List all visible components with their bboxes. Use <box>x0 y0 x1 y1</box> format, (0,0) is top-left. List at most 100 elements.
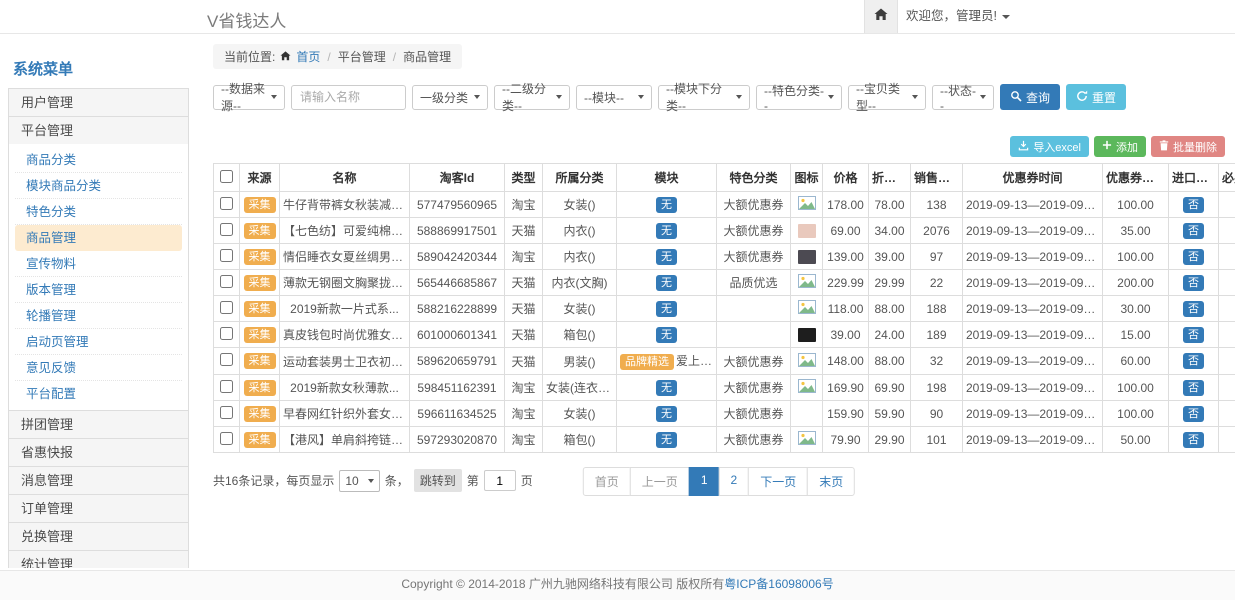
sidebar-section[interactable]: 统计管理 <box>8 550 189 568</box>
row-checkbox[interactable] <box>220 327 233 340</box>
sidebar-section[interactable]: 省惠快报 <box>8 438 189 467</box>
reset-button[interactable]: 重置 <box>1066 84 1126 110</box>
select-all-checkbox[interactable] <box>220 170 233 183</box>
pager: 首页上一页12下一页末页 <box>583 467 855 496</box>
add-button[interactable]: 添加 <box>1094 136 1146 157</box>
filter-select[interactable]: --数据来源-- <box>213 85 285 110</box>
module-badge[interactable]: 无 <box>656 275 677 291</box>
breadcrumb-home-link[interactable]: 首页 <box>296 48 320 65</box>
module-badge[interactable]: 无 <box>656 327 677 343</box>
page-button[interactable]: 首页 <box>583 467 631 496</box>
batch-delete-button[interactable]: 批量删除 <box>1151 136 1225 157</box>
discount-price: 39.00 <box>869 244 911 270</box>
sidebar-menu: 用户管理平台管理商品分类模块商品分类特色分类商品管理宣传物料版本管理轮播管理启动… <box>8 88 189 568</box>
per-page-select[interactable]: 10 <box>339 470 379 492</box>
filter-select[interactable]: --状态-- <box>932 85 994 110</box>
sidebar-item[interactable]: 特色分类 <box>15 199 182 225</box>
search-icon <box>1010 90 1022 105</box>
row-checkbox[interactable] <box>220 380 233 393</box>
sidebar-item[interactable]: 意见反馈 <box>15 355 182 381</box>
page-button[interactable]: 1 <box>689 467 720 496</box>
sidebar-item[interactable]: 平台配置 <box>15 381 182 407</box>
page-button[interactable]: 下一页 <box>748 467 808 496</box>
platform-type: 天猫 <box>505 270 543 296</box>
sidebar-item[interactable]: 启动页管理 <box>15 329 182 355</box>
filter-select[interactable]: --模块下分类-- <box>658 85 750 110</box>
coupon-time: 2019-09-13—2019-09-18 <box>963 218 1103 244</box>
row-checkbox[interactable] <box>220 301 233 314</box>
module-badge[interactable]: 无 <box>656 380 677 396</box>
imported-badge[interactable]: 否 <box>1183 197 1204 213</box>
module-badge[interactable]: 无 <box>656 249 677 265</box>
filter-select[interactable]: --宝贝类型-- <box>848 85 926 110</box>
home-button[interactable] <box>864 0 898 33</box>
row-checkbox[interactable] <box>220 432 233 445</box>
sidebar-section[interactable]: 平台管理 <box>8 116 189 145</box>
user-menu[interactable]: 欢迎您，管理员! <box>906 0 1010 33</box>
search-button[interactable]: 查询 <box>1000 84 1060 110</box>
coupon-time: 2019-09-13—2019-09-17 <box>963 192 1103 218</box>
imported-badge[interactable]: 否 <box>1183 327 1204 343</box>
home-icon <box>280 50 291 64</box>
filter-select[interactable]: 一级分类 <box>412 85 488 110</box>
icon-cell <box>791 244 823 270</box>
module-badge[interactable]: 无 <box>656 223 677 239</box>
imported-badge[interactable]: 否 <box>1183 353 1204 369</box>
imported-badge[interactable]: 否 <box>1183 223 1204 239</box>
row-checkbox[interactable] <box>220 223 233 236</box>
imported-badge[interactable]: 否 <box>1183 432 1204 448</box>
module-badge[interactable]: 无 <box>656 432 677 448</box>
name-search-input[interactable] <box>291 85 406 110</box>
sidebar-item[interactable]: 宣传物料 <box>15 251 182 277</box>
table-row: 采集【港风】单肩斜挎链条...597293020870淘宝箱包()无大额优惠券7… <box>214 427 1235 453</box>
sidebar-item[interactable]: 商品管理 <box>15 225 182 251</box>
row-checkbox[interactable] <box>220 197 233 210</box>
sidebar-section[interactable]: 用户管理 <box>8 88 189 117</box>
platform-type: 淘宝 <box>505 192 543 218</box>
sidebar-item[interactable]: 商品分类 <box>15 147 182 173</box>
imported-badge[interactable]: 否 <box>1183 301 1204 317</box>
page-button[interactable]: 末页 <box>807 467 855 496</box>
sidebar: 系统菜单 用户管理平台管理商品分类模块商品分类特色分类商品管理宣传物料版本管理轮… <box>8 46 189 568</box>
sidebar-section[interactable]: 订单管理 <box>8 494 189 523</box>
taoke-id: 565446685867 <box>410 270 505 296</box>
sales-count: 32 <box>911 348 963 375</box>
page-button[interactable]: 上一页 <box>630 467 690 496</box>
column-header: 所属分类 <box>543 164 617 192</box>
jump-button[interactable]: 跳转到 <box>414 469 462 492</box>
chevron-down-icon <box>736 95 742 99</box>
product-name: 2019新款一片式系... <box>280 296 410 322</box>
source-badge: 采集 <box>244 380 276 396</box>
module-cell: 无 <box>617 296 717 322</box>
module-badge[interactable]: 无 <box>656 406 677 422</box>
module-badge[interactable]: 无 <box>656 301 677 317</box>
copyright-text: Copyright © 2014-2018 广州九驰网络科技有限公司 版权所有 <box>401 577 724 591</box>
actions-row: 导入excel 添加 批量删除 <box>213 136 1225 157</box>
imported-badge[interactable]: 否 <box>1183 406 1204 422</box>
sidebar-section[interactable]: 拼团管理 <box>8 410 189 439</box>
sidebar-item[interactable]: 版本管理 <box>15 277 182 303</box>
row-checkbox[interactable] <box>220 275 233 288</box>
row-checkbox[interactable] <box>220 406 233 419</box>
page-jump-input[interactable] <box>484 470 516 491</box>
icp-link[interactable]: 粤ICP备16098006号 <box>724 577 833 591</box>
imported-badge[interactable]: 否 <box>1183 275 1204 291</box>
filter-select[interactable]: --二级分类-- <box>494 85 570 110</box>
sidebar-item[interactable]: 轮播管理 <box>15 303 182 329</box>
imported-badge[interactable]: 否 <box>1183 380 1204 396</box>
row-checkbox[interactable] <box>220 353 233 366</box>
platform-type: 淘宝 <box>505 375 543 401</box>
imported-badge[interactable]: 否 <box>1183 249 1204 265</box>
sidebar-section[interactable]: 消息管理 <box>8 466 189 495</box>
filter-select-label: 一级分类 <box>420 89 468 106</box>
filter-select[interactable]: --特色分类-- <box>756 85 842 110</box>
sidebar-item[interactable]: 模块商品分类 <box>15 173 182 199</box>
row-checkbox[interactable] <box>220 249 233 262</box>
import-excel-button[interactable]: 导入excel <box>1010 136 1089 157</box>
sidebar-section[interactable]: 兑换管理 <box>8 522 189 551</box>
coupon-amount: 50.00 <box>1103 427 1169 453</box>
filter-select[interactable]: --模块-- <box>576 85 652 110</box>
filter-select-label: --宝贝类型-- <box>856 80 908 114</box>
module-badge[interactable]: 无 <box>656 197 677 213</box>
page-button[interactable]: 2 <box>719 467 750 496</box>
